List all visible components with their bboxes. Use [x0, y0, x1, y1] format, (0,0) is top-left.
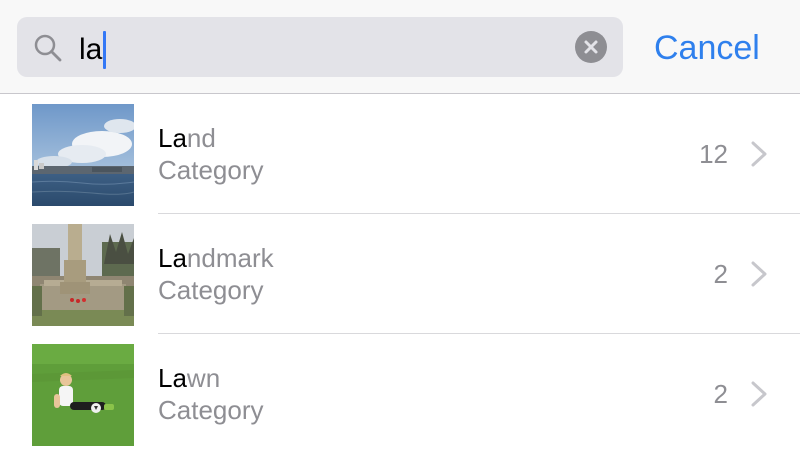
search-query-text: la	[79, 33, 103, 66]
search-field[interactable]: la	[17, 17, 623, 77]
search-input[interactable]: la	[79, 31, 107, 69]
result-title: Lawn	[158, 362, 220, 394]
chevron-right-icon	[751, 141, 767, 167]
war-memorial-thumbnail	[32, 224, 134, 326]
result-row-land[interactable]: Land Category 12	[0, 94, 800, 214]
search-results-list: Land Category 12 Landmark Category 2 Law…	[0, 94, 800, 454]
result-title: Land	[158, 122, 216, 154]
harbor-sky-thumbnail	[32, 104, 134, 206]
result-subtitle: Category	[158, 275, 264, 305]
result-title-match: La	[158, 363, 187, 393]
result-count: 12	[699, 139, 728, 169]
result-title-match: La	[158, 123, 187, 153]
search-header: la Cancel	[0, 0, 800, 94]
result-row-lawn[interactable]: Lawn Category 2	[0, 334, 800, 454]
result-count: 2	[713, 379, 728, 409]
chevron-right-icon	[751, 381, 767, 407]
clear-search-button[interactable]	[575, 31, 607, 63]
result-row-landmark[interactable]: Landmark Category 2	[0, 214, 800, 334]
result-title-rest: wn	[186, 363, 221, 393]
result-count: 2	[713, 259, 728, 289]
result-title-match: La	[158, 243, 187, 273]
chevron-right-icon	[751, 261, 767, 287]
result-subtitle: Category	[158, 395, 264, 425]
child-on-lawn-thumbnail	[32, 344, 134, 446]
clear-icon	[584, 40, 598, 54]
result-title-rest: nd	[186, 123, 216, 153]
search-icon	[34, 34, 62, 62]
result-subtitle: Category	[158, 155, 264, 185]
text-caret	[103, 31, 107, 69]
result-title-rest: ndmark	[186, 243, 274, 273]
result-title: Landmark	[158, 242, 274, 274]
cancel-button[interactable]: Cancel	[654, 28, 760, 68]
